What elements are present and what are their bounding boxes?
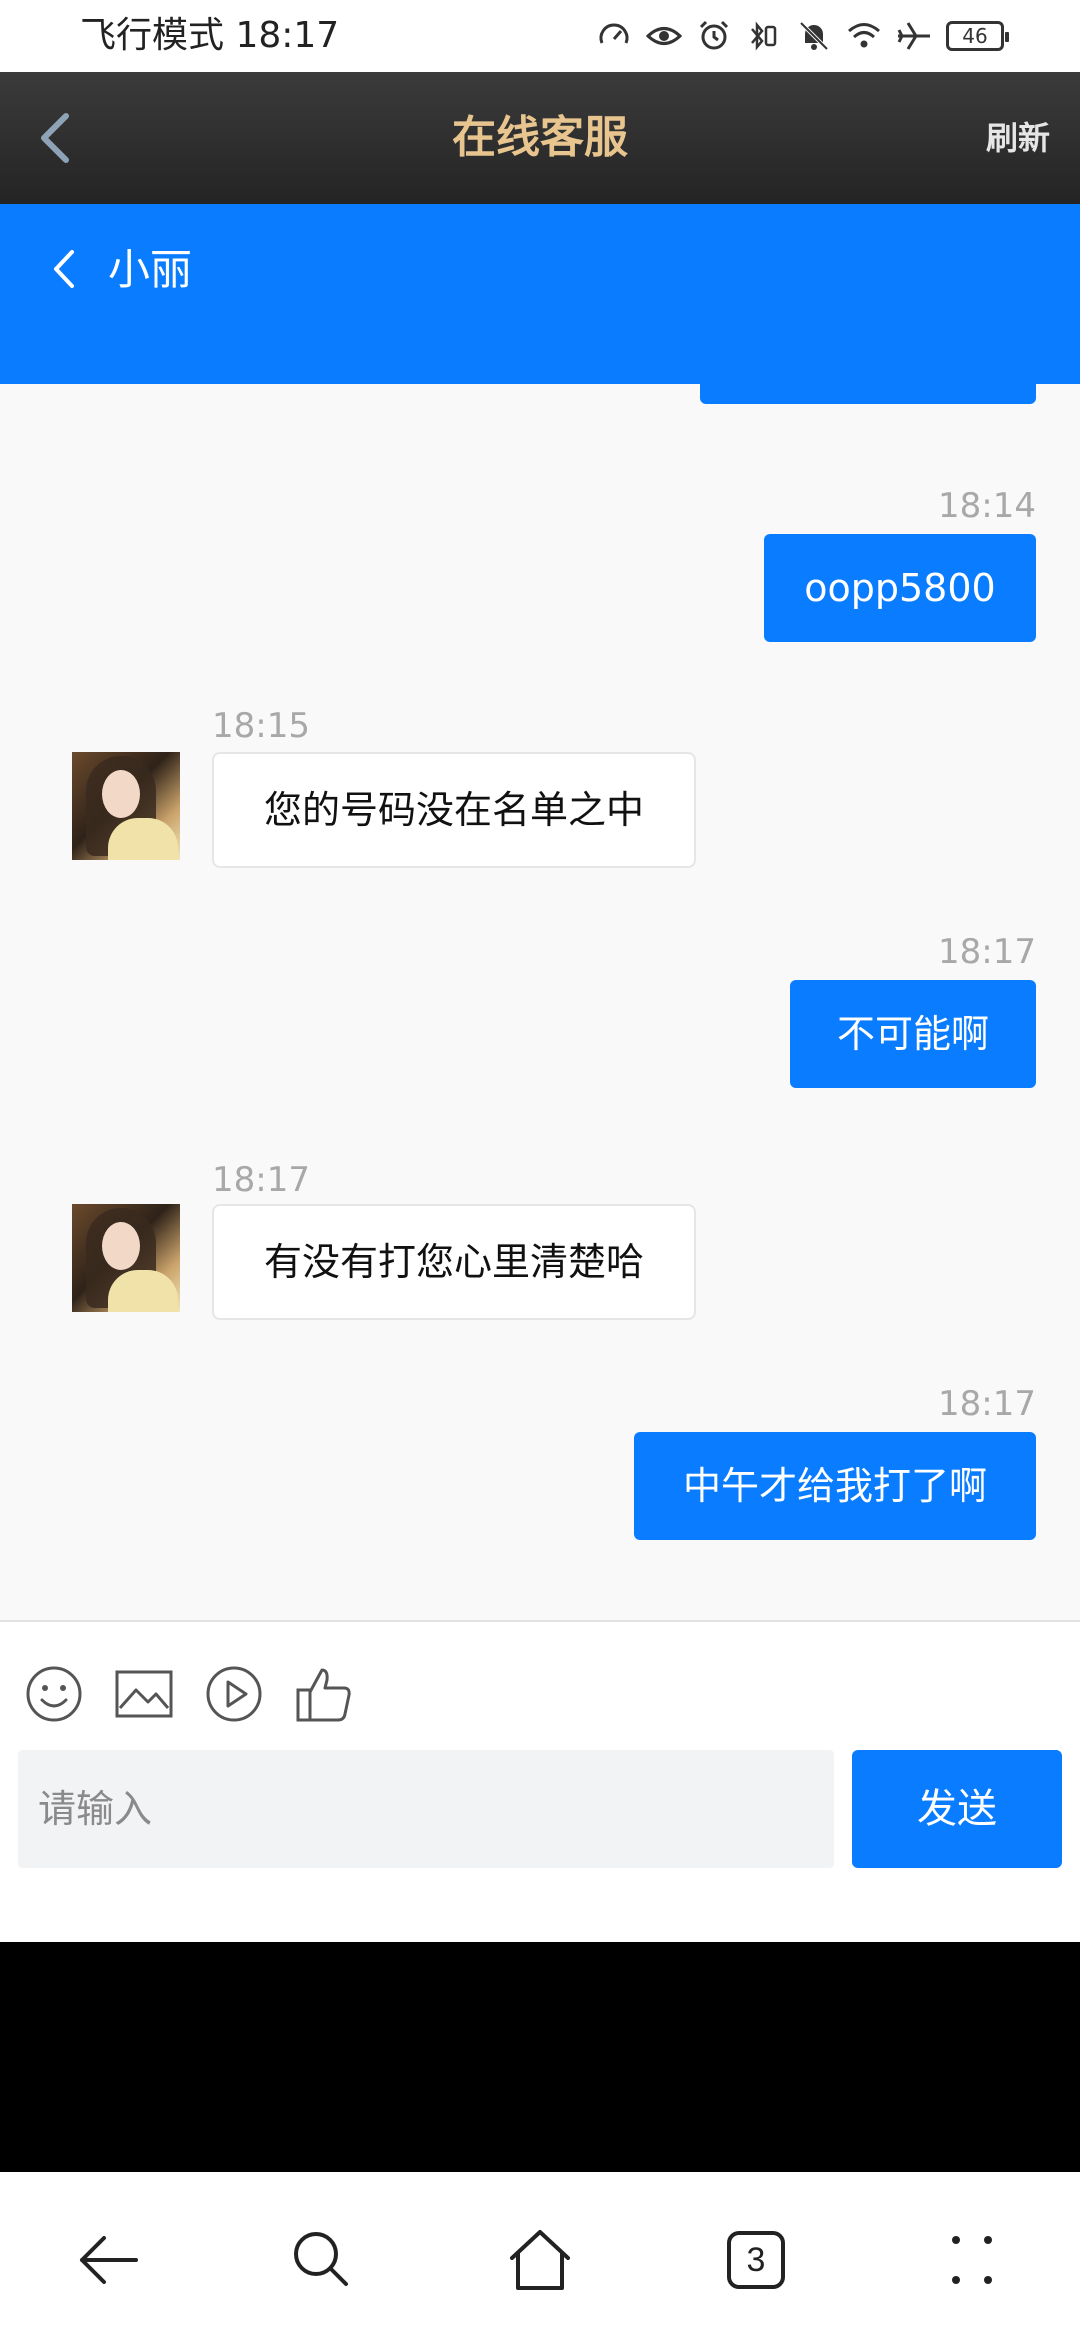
- chat-input-area: 发送: [0, 1620, 1080, 1942]
- thumbs-up-icon[interactable]: [294, 1664, 354, 1724]
- send-button[interactable]: 发送: [852, 1750, 1062, 1868]
- message-bubble-outgoing[interactable]: 中午才给我打了啊: [634, 1432, 1036, 1540]
- refresh-button[interactable]: 刷新: [986, 116, 1050, 160]
- blank-region: [0, 1942, 1080, 2172]
- message-list[interactable]: 18:14 oopp5800 18:15 您的号码没在名单之中 18:17 不可…: [0, 384, 1080, 1620]
- app-title-bar: 在线客服 刷新: [0, 72, 1080, 204]
- more-menu-icon[interactable]: [936, 2224, 1008, 2296]
- message-input[interactable]: [18, 1750, 834, 1868]
- avatar[interactable]: [72, 1204, 180, 1312]
- message-timestamp: 18:17: [212, 1160, 310, 1200]
- home-icon[interactable]: [504, 2224, 576, 2296]
- message-timestamp: 18:15: [212, 706, 310, 746]
- eye-icon: [646, 18, 682, 54]
- back-arrow-icon[interactable]: [72, 2224, 144, 2296]
- search-icon[interactable]: [286, 2224, 358, 2296]
- message-bubble-incoming[interactable]: 有没有打您心里清楚哈: [212, 1204, 696, 1320]
- mute-bell-icon: [796, 18, 832, 54]
- message-timestamp: 18:17: [938, 932, 1036, 972]
- airplane-icon: [896, 18, 932, 54]
- speed-icon: [596, 18, 632, 54]
- message-bubble-outgoing[interactable]: oopp5800: [764, 534, 1036, 642]
- status-mode-time: 飞行模式 18:17: [80, 15, 340, 56]
- message-timestamp: 18:17: [938, 1384, 1036, 1424]
- message-bubble-outgoing[interactable]: 不可能啊: [790, 980, 1036, 1088]
- message-bubble-outgoing-partial: [700, 384, 1036, 404]
- chat-header: 小丽: [0, 204, 1080, 384]
- image-icon[interactable]: [114, 1664, 174, 1724]
- status-icons: 46: [596, 14, 1009, 58]
- chevron-left-icon[interactable]: [44, 244, 84, 294]
- play-video-icon[interactable]: [204, 1664, 264, 1724]
- emoji-icon[interactable]: [24, 1664, 84, 1724]
- status-bar: 飞行模式 18:17 46: [0, 0, 1080, 72]
- bluetooth-vibrate-icon: [746, 18, 782, 54]
- message-timestamp: 18:14: [938, 486, 1036, 526]
- avatar[interactable]: [72, 752, 180, 860]
- message-bubble-incoming[interactable]: 您的号码没在名单之中: [212, 752, 696, 868]
- wifi-icon: [846, 18, 882, 54]
- alarm-icon: [696, 18, 732, 54]
- contact-name: 小丽: [108, 245, 193, 294]
- tabs-button[interactable]: 3: [720, 2224, 792, 2296]
- battery-indicator: 46: [946, 21, 1009, 51]
- browser-nav-bar: 3: [0, 2172, 1080, 2340]
- tab-count-badge: 3: [727, 2231, 785, 2289]
- page-title: 在线客服: [452, 112, 628, 163]
